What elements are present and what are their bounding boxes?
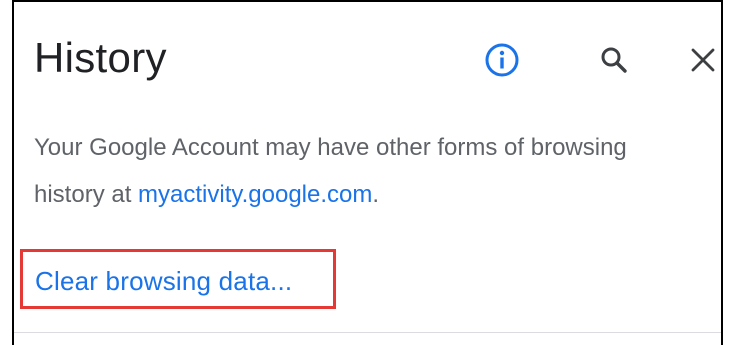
divider (14, 332, 721, 333)
search-button[interactable] (592, 38, 636, 82)
account-history-notice: Your Google Account may have other forms… (34, 124, 694, 218)
notice-period: . (372, 181, 380, 208)
history-panel: History Your Google Account may have oth… (12, 0, 723, 345)
clear-browsing-data-link[interactable]: Clear browsing data... (35, 266, 292, 297)
myactivity-link[interactable]: myactivity.google.com (138, 181, 372, 208)
header: History (34, 24, 721, 94)
info-icon (485, 43, 519, 77)
close-icon (691, 48, 715, 72)
search-icon (601, 47, 627, 73)
close-button[interactable] (681, 38, 725, 82)
page-title: History (34, 34, 167, 81)
info-button[interactable] (480, 38, 524, 82)
